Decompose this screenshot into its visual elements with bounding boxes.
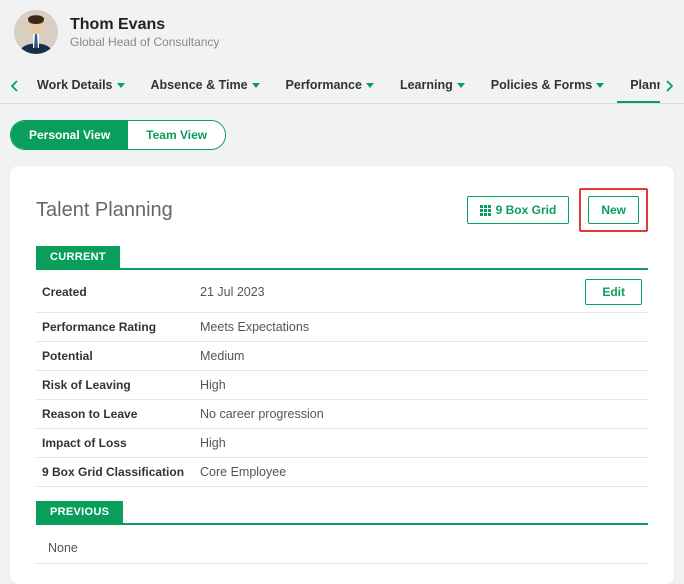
current-section-tab: CURRENT bbox=[36, 246, 120, 268]
label-created: Created bbox=[42, 285, 200, 299]
current-section: CURRENT Created 21 Jul 2023 Edit Perform… bbox=[36, 246, 648, 487]
chevron-down-icon bbox=[596, 83, 604, 88]
avatar[interactable] bbox=[14, 10, 58, 54]
tab-policies-forms[interactable]: Policies & Forms bbox=[478, 68, 617, 103]
card-title: Talent Planning bbox=[36, 199, 173, 222]
user-name: Thom Evans bbox=[70, 15, 219, 34]
team-view-toggle[interactable]: Team View bbox=[128, 121, 225, 149]
previous-section-tab: PREVIOUS bbox=[36, 501, 123, 523]
user-role: Global Head of Consultancy bbox=[70, 35, 219, 49]
personal-view-toggle[interactable]: Personal View bbox=[11, 121, 128, 149]
edit-button[interactable]: Edit bbox=[585, 279, 642, 305]
row-impact-of-loss: Impact of Loss High bbox=[36, 429, 648, 458]
nav-scroll-right[interactable] bbox=[660, 72, 678, 100]
value-created: 21 Jul 2023 bbox=[200, 285, 585, 299]
grid-icon bbox=[480, 205, 491, 216]
chevron-down-icon bbox=[366, 83, 374, 88]
previous-section: PREVIOUS None bbox=[36, 501, 648, 564]
tab-work-details[interactable]: Work Details bbox=[24, 68, 138, 103]
row-performance-rating: Performance Rating Meets Expectations bbox=[36, 313, 648, 342]
new-button-highlight: New bbox=[579, 188, 648, 232]
tab-planning-tools[interactable]: Planning Tools bbox=[617, 68, 660, 103]
tab-learning[interactable]: Learning bbox=[387, 68, 478, 103]
chevron-down-icon bbox=[252, 83, 260, 88]
previous-none: None bbox=[36, 527, 648, 564]
nav-scroll-left[interactable] bbox=[6, 72, 24, 100]
chevron-down-icon bbox=[457, 83, 465, 88]
row-potential: Potential Medium bbox=[36, 342, 648, 371]
tab-absence-time[interactable]: Absence & Time bbox=[138, 68, 273, 103]
tab-performance[interactable]: Performance bbox=[273, 68, 387, 103]
nine-box-grid-button[interactable]: 9 Box Grid bbox=[467, 196, 570, 224]
nav-bar: Work Details Absence & Time Performance … bbox=[0, 68, 684, 104]
chevron-down-icon bbox=[117, 83, 125, 88]
row-nine-box-classification: 9 Box Grid Classification Core Employee bbox=[36, 458, 648, 487]
view-toggle: Personal View Team View bbox=[0, 104, 684, 158]
user-info: Thom Evans Global Head of Consultancy bbox=[70, 15, 219, 48]
row-risk-of-leaving: Risk of Leaving High bbox=[36, 371, 648, 400]
new-button[interactable]: New bbox=[588, 196, 639, 224]
page-header: Thom Evans Global Head of Consultancy bbox=[0, 0, 684, 68]
row-reason-to-leave: Reason to Leave No career progression bbox=[36, 400, 648, 429]
row-created: Created 21 Jul 2023 Edit bbox=[36, 272, 648, 313]
talent-planning-card: Talent Planning 9 Box Grid New CURRENT C… bbox=[10, 166, 674, 584]
nav-tabs: Work Details Absence & Time Performance … bbox=[24, 68, 660, 103]
